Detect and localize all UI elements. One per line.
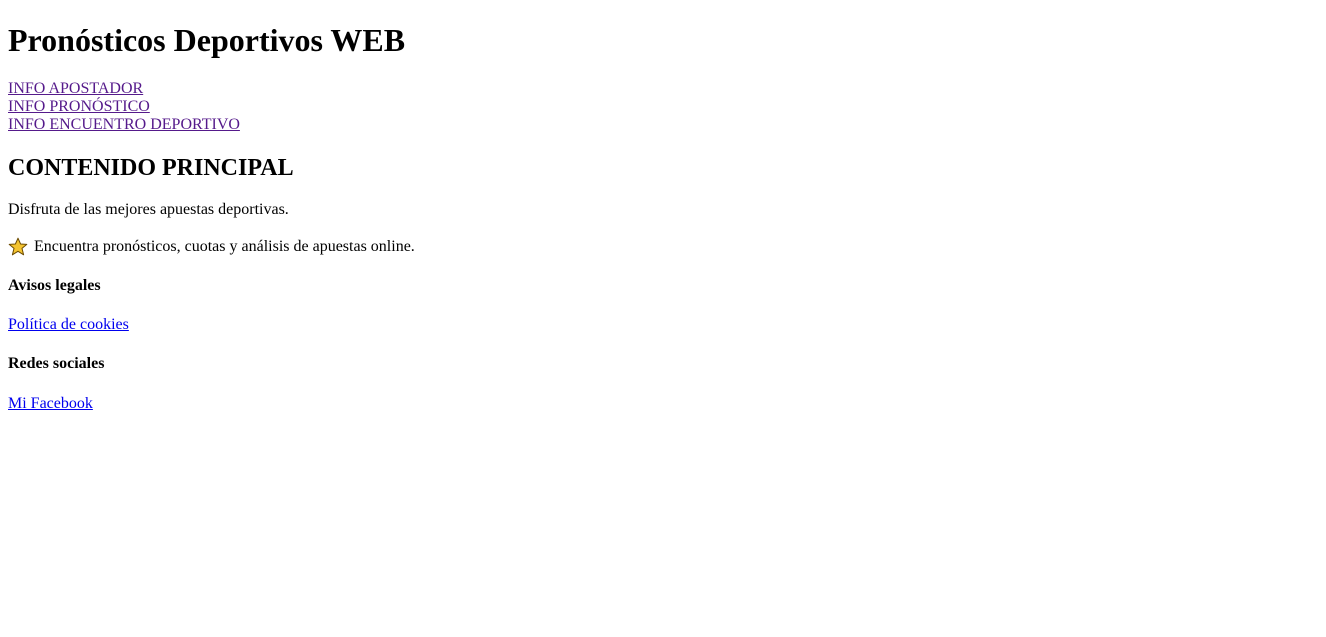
facebook-link[interactable]: Mi Facebook (8, 395, 93, 413)
page: Pronósticos Deportivos WEB INFO APOSTADO… (0, 0, 1326, 637)
page-title: Pronósticos Deportivos WEB (8, 22, 406, 58)
nav-link-info-pronostico[interactable]: INFO PRONÓSTICO (8, 98, 150, 116)
star-icon (8, 237, 28, 257)
main-heading: CONTENIDO PRINCIPAL (8, 155, 294, 181)
nav-link-info-encuentro-deportivo[interactable]: INFO ENCUENTRO DEPORTIVO (8, 116, 240, 134)
nav-link-info-apostador[interactable]: INFO APOSTADOR (8, 80, 143, 98)
legal-heading: Avisos legales (8, 277, 101, 294)
highlight-text: Encuentra pronósticos, cuotas y análisis… (34, 238, 415, 255)
social-heading: Redes sociales (8, 355, 105, 372)
cookies-policy-link[interactable]: Política de cookies (8, 316, 129, 334)
intro-text: Disfruta de las mejores apuestas deporti… (8, 201, 289, 218)
highlight-paragraph: Encuentra pronósticos, cuotas y análisis… (8, 236, 415, 258)
